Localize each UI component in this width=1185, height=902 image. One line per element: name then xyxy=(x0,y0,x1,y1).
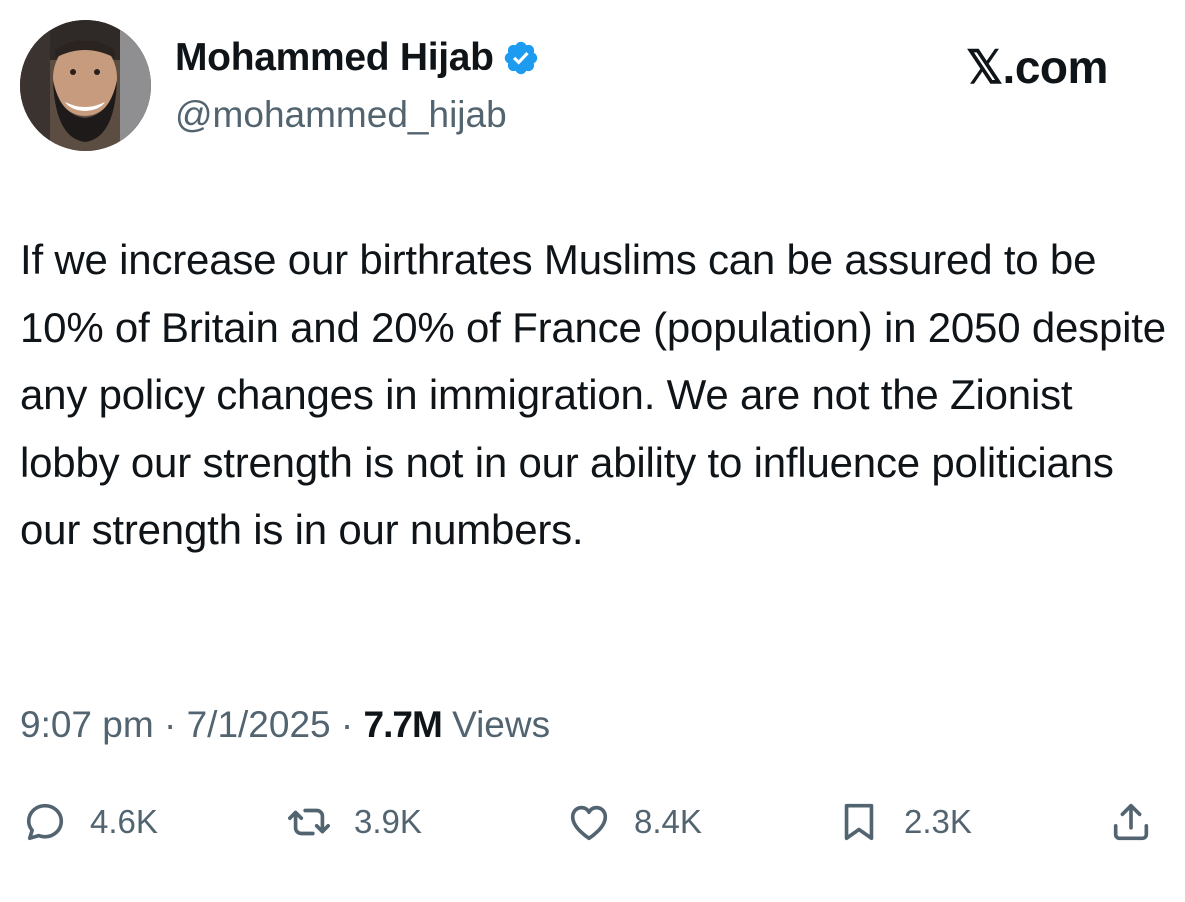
tweet-actions-bar: 4.6K 3.9K 8.4K 2.3K xyxy=(0,792,1185,852)
repost-button[interactable]: 3.9K xyxy=(286,792,422,852)
bookmark-button[interactable]: 2.3K xyxy=(836,792,972,852)
views-label: Views xyxy=(452,704,551,745)
share-button[interactable] xyxy=(1108,792,1154,852)
tweet-time[interactable]: 9:07 pm xyxy=(20,704,154,745)
author-name-row: Mohammed Hijab xyxy=(175,36,540,80)
tweet-text: If we increase our birthrates Muslims ca… xyxy=(20,236,1166,553)
heart-icon xyxy=(570,805,608,841)
repost-icon xyxy=(288,808,330,836)
author-display-name[interactable]: Mohammed Hijab xyxy=(175,36,494,80)
tweet-date[interactable]: 7/1/2025 xyxy=(187,704,331,745)
share-icon xyxy=(1113,803,1149,841)
views-count: 7.7M xyxy=(363,704,443,745)
brand-logo: 𝕏.com xyxy=(966,41,1108,93)
repost-count: 3.9K xyxy=(354,803,422,840)
like-button[interactable]: 8.4K xyxy=(566,792,702,852)
tweet-metadata: 9:07 pm · 7/1/2025 · 7.7M Views xyxy=(20,704,550,746)
like-count: 8.4K xyxy=(634,803,702,840)
avatar-image xyxy=(20,20,151,151)
meta-separator: · xyxy=(153,704,187,745)
verified-badge-icon[interactable] xyxy=(502,39,540,77)
reply-icon xyxy=(26,803,64,841)
author-handle[interactable]: @mohammed_hijab xyxy=(175,94,507,136)
meta-separator: · xyxy=(330,704,364,745)
reply-count: 4.6K xyxy=(90,803,158,840)
bookmark-icon xyxy=(844,803,874,841)
bookmark-count: 2.3K xyxy=(904,803,972,840)
author-avatar[interactable] xyxy=(20,20,151,151)
reply-button[interactable]: 4.6K xyxy=(22,792,158,852)
